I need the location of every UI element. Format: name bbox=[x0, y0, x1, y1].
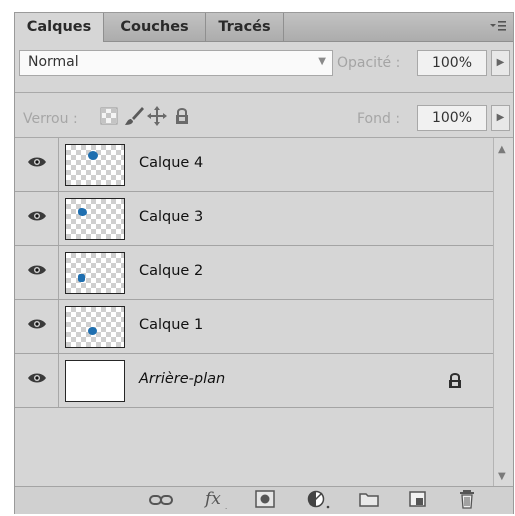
fx-icon[interactable]: fx . bbox=[203, 488, 231, 510]
blend-mode-select[interactable]: Normal ▼ bbox=[19, 50, 333, 76]
opacity-label: Opacité : bbox=[337, 55, 401, 71]
fill-slider-toggle[interactable]: ▶ bbox=[491, 105, 510, 131]
lock-all-icon[interactable] bbox=[171, 105, 193, 127]
layers-panel: Calques Couches Tracés Normal ▼ Opacité … bbox=[14, 12, 514, 514]
layer-row-calque-4[interactable]: Calque 4 bbox=[15, 138, 493, 192]
layer-thumbnail bbox=[65, 198, 125, 240]
svg-text:.: . bbox=[225, 503, 227, 510]
layer-content-shape bbox=[78, 274, 85, 282]
layers-list: Calque 4 Calque 3 Calque 2 Calque 1 Arri… bbox=[15, 138, 493, 486]
fill-field[interactable]: 100% bbox=[417, 105, 487, 131]
chevron-down-icon: ▼ bbox=[318, 56, 326, 67]
scroll-up-arrow-icon[interactable]: ▲ bbox=[498, 144, 506, 155]
lock-label: Verrou : bbox=[23, 111, 78, 127]
layer-row-calque-3[interactable]: Calque 3 bbox=[15, 192, 493, 246]
visibility-toggle[interactable] bbox=[15, 138, 59, 191]
panel-menu-icon-glyph bbox=[490, 21, 506, 31]
layer-thumbnail bbox=[65, 306, 125, 348]
lock-transparency-icon[interactable] bbox=[99, 105, 121, 127]
lock-position-icon[interactable] bbox=[146, 105, 168, 127]
layers-scrollbar[interactable]: ▲ ▼ bbox=[493, 138, 513, 486]
opacity-slider-toggle[interactable]: ▶ bbox=[491, 50, 510, 76]
visibility-toggle[interactable] bbox=[15, 192, 59, 245]
fill-label: Fond : bbox=[357, 111, 401, 127]
layer-content-shape bbox=[78, 208, 87, 216]
adjustment-layer-icon[interactable] bbox=[307, 490, 333, 510]
lock-paint-icon[interactable] bbox=[123, 105, 145, 127]
layer-content-shape bbox=[88, 327, 97, 335]
new-group-icon[interactable] bbox=[359, 491, 379, 507]
scroll-down-arrow-icon[interactable]: ▼ bbox=[498, 471, 506, 482]
layer-content-shape bbox=[88, 151, 98, 160]
layer-thumbnail bbox=[65, 144, 125, 186]
layer-name: Calque 4 bbox=[139, 155, 204, 171]
eye-icon bbox=[28, 373, 46, 383]
layer-name: Calque 2 bbox=[139, 263, 204, 279]
layer-row-arriere-plan[interactable]: Arrière-plan bbox=[15, 354, 493, 408]
eye-icon bbox=[28, 157, 46, 167]
tab-couches[interactable]: Couches bbox=[104, 13, 206, 41]
new-layer-icon[interactable] bbox=[409, 491, 427, 507]
layer-name: Calque 3 bbox=[139, 209, 204, 225]
layers-bottom-toolbar: fx . bbox=[15, 486, 513, 514]
opacity-field[interactable]: 100% bbox=[417, 50, 487, 76]
panel-menu-icon[interactable] bbox=[489, 19, 507, 37]
lock-icon bbox=[449, 373, 461, 388]
eye-icon bbox=[28, 265, 46, 275]
layer-thumbnail bbox=[65, 252, 125, 294]
visibility-toggle[interactable] bbox=[15, 300, 59, 353]
eye-icon bbox=[28, 211, 46, 221]
visibility-toggle[interactable] bbox=[15, 246, 59, 299]
layer-name: Calque 1 bbox=[139, 317, 204, 333]
layer-name: Arrière-plan bbox=[139, 371, 226, 387]
layer-thumbnail bbox=[65, 360, 125, 402]
blend-mode-value: Normal bbox=[28, 54, 79, 70]
visibility-toggle[interactable] bbox=[15, 354, 59, 407]
panel-tab-bar: Calques Couches Tracés bbox=[15, 13, 513, 42]
tab-calques[interactable]: Calques bbox=[15, 13, 104, 42]
trash-icon[interactable] bbox=[459, 489, 475, 509]
link-layers-icon[interactable] bbox=[149, 493, 173, 507]
svg-text:fx: fx bbox=[203, 489, 221, 509]
layer-row-calque-1[interactable]: Calque 1 bbox=[15, 300, 493, 354]
tab-traces[interactable]: Tracés bbox=[206, 13, 284, 41]
eye-icon bbox=[28, 319, 46, 329]
add-mask-icon[interactable] bbox=[255, 490, 275, 508]
divider bbox=[15, 92, 513, 93]
layer-row-calque-2[interactable]: Calque 2 bbox=[15, 246, 493, 300]
